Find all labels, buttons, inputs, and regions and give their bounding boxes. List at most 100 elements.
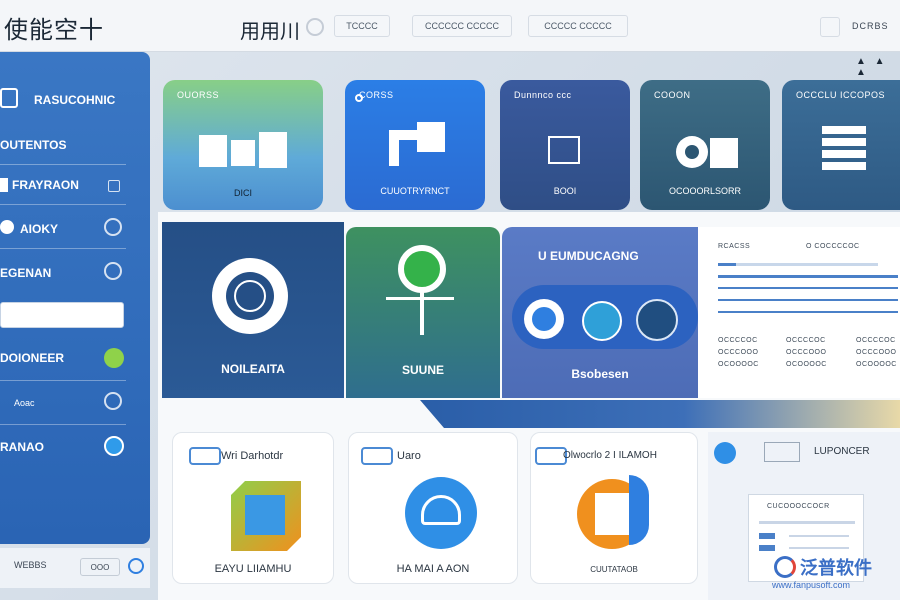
card-label: Dunnnco ccc — [514, 90, 572, 100]
tray-icons: ▲ ▲ ▲ — [856, 56, 888, 78]
card-label: OCCCLU ICCOPOS — [796, 90, 886, 100]
row-text: OCCCCOC — [718, 337, 758, 344]
row-line — [789, 547, 849, 549]
table-icon — [822, 162, 866, 170]
watermark-brand: 泛普软件 — [800, 558, 872, 578]
building-icon — [764, 442, 800, 462]
doc-icon — [231, 140, 255, 166]
status-green-indicator[interactable] — [104, 348, 124, 368]
radio-icon[interactable] — [104, 392, 122, 410]
card-table[interactable]: OCCCLU ICCOPOS — [782, 80, 900, 210]
divider — [0, 204, 126, 205]
window-title: 用用川 — [240, 21, 300, 43]
pin-base — [386, 297, 454, 300]
row-marker — [759, 533, 775, 539]
settings-icon[interactable] — [128, 558, 144, 574]
item-icon — [0, 178, 8, 192]
tile-title: U EUMDUCAGNG — [538, 249, 639, 263]
pin-icon — [398, 245, 446, 293]
bar-line — [718, 311, 898, 313]
decorative-band — [420, 400, 900, 428]
row-text: OCCCCOC — [856, 337, 896, 344]
top-bar: 使能空十 用用川 TCCCC CCCCCC CCCCC CCCCC CCCCC … — [0, 0, 900, 52]
card-title: Wri Darhotdr — [221, 450, 284, 462]
tile-dashboard[interactable]: NOILEAITA — [162, 222, 344, 398]
card-title: Uaro — [397, 450, 421, 462]
tile-label: NOILEAITA — [221, 362, 285, 376]
shield-icon — [405, 477, 477, 549]
sidebar: RASUCOHNIC OUTENTOS FRAYRAON AIOKY EGENA… — [0, 52, 150, 544]
monitor-icon — [548, 136, 580, 164]
footer-label: WEBBS — [14, 560, 47, 570]
card-projects[interactable]: CORSS CUUOTRYRNCT — [345, 80, 485, 210]
card-label: CORSS — [359, 90, 394, 100]
card-foot: CUUOTRYRNCT — [380, 186, 450, 196]
column-header: RCACSS — [718, 243, 751, 250]
menu-icon[interactable] — [820, 17, 840, 37]
tile-label: SUUNE — [401, 363, 444, 377]
progress-fill — [718, 263, 736, 266]
divider — [0, 164, 126, 165]
checkbox-icon[interactable] — [108, 180, 120, 192]
card-foot: HA MAI A AON — [396, 563, 470, 575]
card-records[interactable]: COOON OCOOORLSORR — [640, 80, 770, 210]
tab-2[interactable]: CCCCCC CCCCC — [412, 15, 512, 37]
brand-title: 使能空十 — [4, 17, 104, 44]
chevron-down-icon[interactable] — [104, 436, 124, 456]
bottom-card-3[interactable]: Olwocrlo 2 I ILAMOH CUUTATAOB — [530, 432, 698, 584]
app-icon — [0, 88, 18, 108]
row-text: OCCCCOC — [786, 337, 826, 344]
toggle-icon[interactable] — [189, 447, 221, 465]
divider — [0, 248, 126, 249]
sidebar-header: RASUCOHNIC — [34, 93, 116, 107]
tab-1[interactable]: TCCCC — [334, 15, 390, 37]
tab-3[interactable]: CCCCC CCCCC — [528, 15, 628, 37]
sidebar-item-1[interactable]: OUTENTOS — [0, 138, 126, 152]
data-panel: RCACSS O COCCCCOC OCCCCOC OCCCCOC OCCCCO… — [698, 227, 900, 398]
logo-icon — [774, 556, 796, 578]
progress-track — [718, 263, 878, 266]
row-marker — [759, 545, 775, 551]
tile-status[interactable]: SUUNE — [346, 227, 500, 398]
info-icon[interactable] — [714, 442, 736, 464]
bottom-card-1[interactable]: Wri Darhotdr EAYU LIIAMHU — [172, 432, 334, 584]
sidebar-search-input[interactable] — [0, 302, 124, 328]
card-foot: DICI — [234, 188, 252, 198]
row-text: OCOOOOC — [718, 361, 759, 368]
sidebar-footer: WEBBS OOO — [0, 548, 150, 588]
sub-panel-label: CUCOOOCCOCR — [767, 503, 830, 510]
toggle-icon[interactable] — [361, 447, 393, 465]
tile-analytics[interactable]: U EUMDUCAGNG Bsobesen — [502, 227, 698, 398]
status-indicator[interactable] — [104, 218, 122, 236]
row-text: OCOOOOC — [856, 361, 897, 368]
document-icon — [577, 475, 649, 549]
row-text: OCCCOOO — [718, 349, 759, 356]
card-label: COOON — [654, 90, 691, 100]
gauge-icon — [212, 258, 288, 334]
bar-line — [718, 275, 898, 278]
row-line — [789, 535, 849, 537]
card-title: Olwocrlo 2 I ILAMOH — [563, 450, 657, 461]
bottom-card-2[interactable]: Uaro HA MAI A AON — [348, 432, 518, 584]
user-label: DCRBS — [852, 21, 889, 31]
doc-icon — [199, 135, 227, 167]
doc-icon — [259, 132, 287, 168]
card-monitor[interactable]: Dunnnco ccc BOOI — [500, 80, 630, 210]
card-foot: OCOOORLSORR — [668, 186, 741, 196]
row-text: OCOOOOC — [786, 361, 827, 368]
list-icon — [710, 138, 738, 168]
tile-label: Bsobesen — [571, 367, 629, 381]
table-icon — [822, 150, 866, 158]
row-line — [759, 521, 855, 524]
image-icon — [417, 122, 445, 152]
search-icon[interactable] — [306, 18, 324, 36]
record-icon — [676, 136, 708, 168]
divider — [0, 380, 126, 381]
watermark-url: www.fanpusoft.com — [772, 580, 851, 590]
badge-icon — [524, 299, 564, 339]
clock-icon[interactable] — [104, 262, 122, 280]
chart-icon — [636, 299, 678, 341]
card-overview[interactable]: OUORSS DICI — [163, 80, 323, 210]
column-header: O COCCCCOC — [806, 243, 860, 250]
footer-button[interactable]: OOO — [80, 558, 120, 576]
